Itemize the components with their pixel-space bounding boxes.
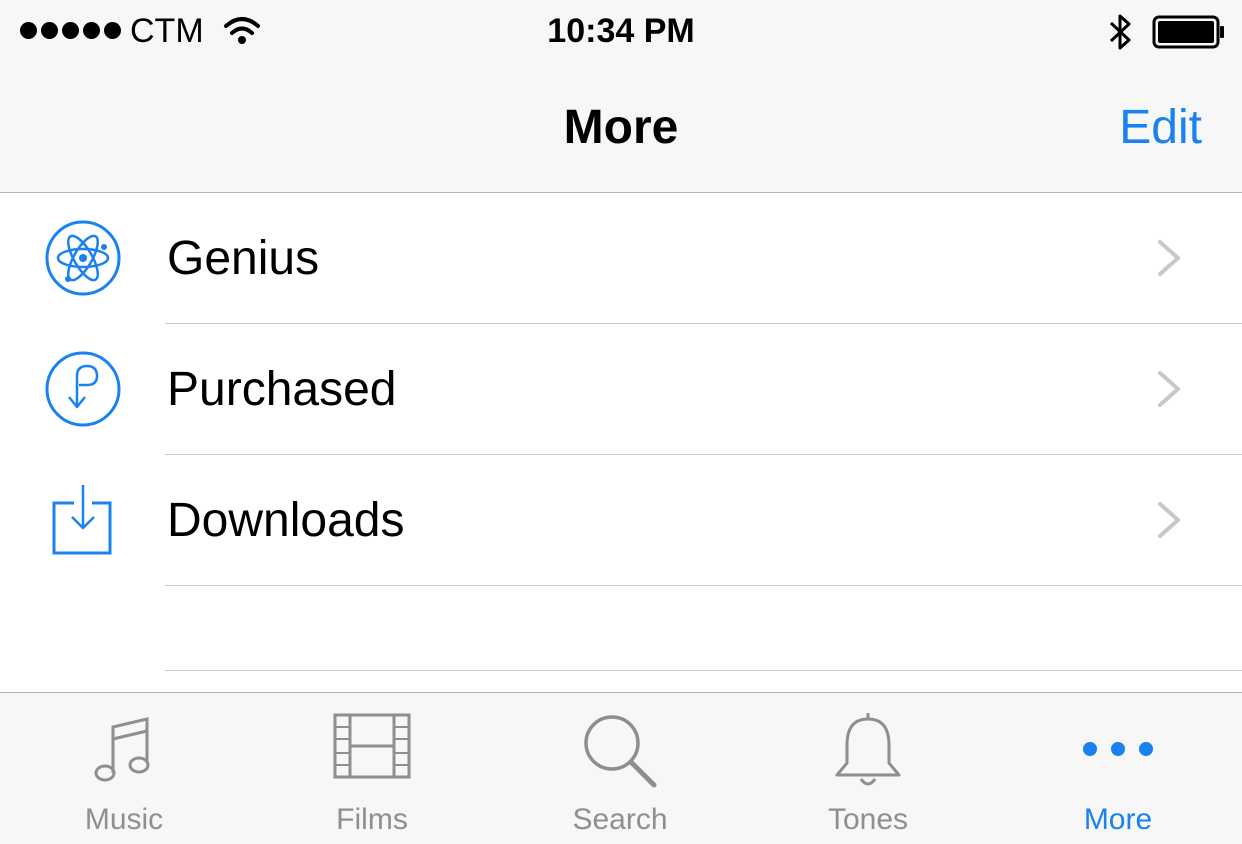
tab-label: More — [1083, 803, 1153, 836]
genius-atom-icon — [45, 220, 121, 296]
chevron-right-icon — [1158, 240, 1180, 276]
music-note-icon — [94, 717, 150, 782]
bell-icon — [835, 713, 901, 786]
list-item-label: Purchased — [167, 363, 397, 416]
tab-bar: Music Films Search Tones More — [0, 692, 1242, 844]
tab-tones[interactable]: Tones — [744, 693, 992, 844]
list-item-purchased[interactable]: Purchased — [0, 324, 1242, 455]
bluetooth-icon — [1109, 14, 1131, 50]
list-item-genius[interactable]: Genius — [0, 193, 1242, 324]
status-time: 10:34 PM — [547, 12, 695, 50]
list-item-label: Downloads — [167, 494, 405, 547]
more-list: Genius Purchased Downloads — [0, 193, 1242, 586]
list-item-label: Genius — [167, 232, 320, 285]
tab-label: Search — [572, 803, 668, 836]
edit-button[interactable]: Edit — [1119, 100, 1202, 155]
film-strip-icon — [333, 713, 411, 779]
navigation-bar: More Edit — [0, 64, 1242, 193]
tab-music[interactable]: Music — [0, 693, 248, 844]
purchased-icon — [45, 351, 121, 427]
tab-films[interactable]: Films — [248, 693, 496, 844]
more-dots-icon — [1083, 742, 1153, 756]
tab-label: Tones — [827, 803, 909, 836]
tab-search[interactable]: Search — [496, 693, 744, 844]
row-separator — [165, 585, 1242, 586]
empty-row-separator — [165, 670, 1242, 671]
status-bar: CTM 10:34 PM — [0, 0, 1242, 64]
tab-more[interactable]: More — [994, 693, 1242, 844]
battery-icon — [1152, 15, 1224, 49]
tab-label: Films — [336, 803, 408, 836]
downloads-icon — [52, 485, 112, 555]
tab-label: Music — [84, 803, 164, 836]
search-icon — [584, 715, 657, 788]
list-item-downloads[interactable]: Downloads — [0, 455, 1242, 586]
chevron-right-icon — [1158, 371, 1180, 407]
page-title: More — [563, 101, 679, 154]
chevron-right-icon — [1158, 502, 1180, 538]
